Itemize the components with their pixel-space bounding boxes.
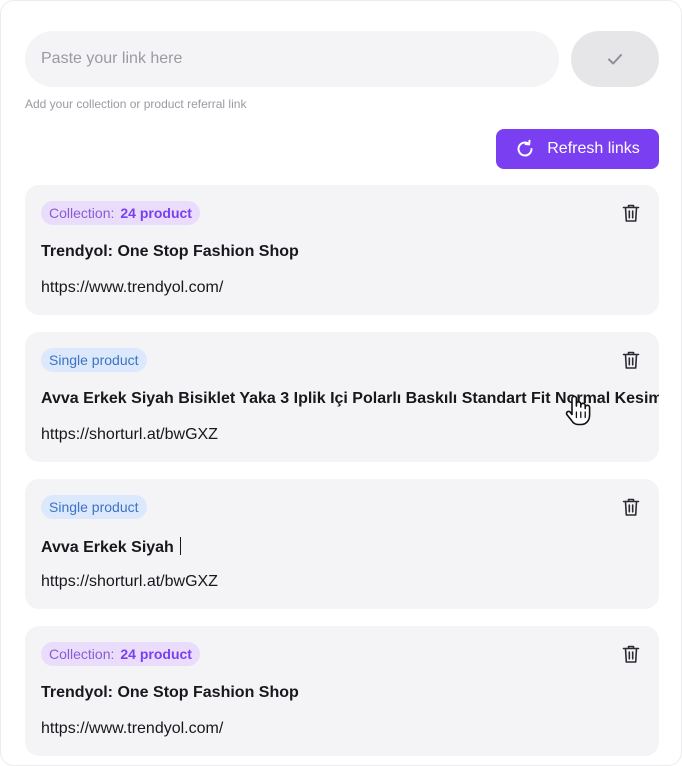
badge-label: Single product xyxy=(49,499,139,515)
link-url[interactable]: https://www.trendyol.com/ xyxy=(41,279,223,297)
collection-badge: Collection: 24 product xyxy=(41,201,200,225)
link-url[interactable]: https://www.trendyol.com/ xyxy=(41,720,223,738)
link-title: Trendyol: One Stop Fashion Shop xyxy=(41,684,299,701)
single-product-badge: Single product xyxy=(41,348,147,372)
link-title: Avva Erkek Siyah Bisiklet Yaka 3 Iplik I… xyxy=(41,390,659,407)
trash-icon xyxy=(622,204,640,222)
single-product-badge: Single product xyxy=(41,495,147,519)
refresh-icon xyxy=(517,139,533,157)
delete-link-button[interactable] xyxy=(621,643,641,665)
collection-badge: Collection: 24 product xyxy=(41,642,200,666)
link-card: Collection: 24 product Trendyol: One Sto… xyxy=(25,626,659,756)
delete-link-button[interactable] xyxy=(621,496,641,518)
badge-count: 24 product xyxy=(120,646,192,662)
badge-label: Collection: xyxy=(49,205,115,221)
link-card: Collection: 24 product Trendyol: One Sto… xyxy=(25,185,659,315)
links-list: Collection: 24 product Trendyol: One Sto… xyxy=(25,185,659,765)
link-title-text: Avva Erkek Siyah xyxy=(41,539,174,556)
badge-count: 24 product xyxy=(120,205,192,221)
refresh-links-button[interactable]: Refresh links xyxy=(496,129,659,169)
link-input-row xyxy=(25,31,659,87)
check-icon xyxy=(608,54,622,65)
link-title-editing[interactable]: Avva Erkek Siyah xyxy=(41,537,182,557)
link-url[interactable]: https://shorturl.at/bwGXZ xyxy=(41,426,218,444)
badge-label: Single product xyxy=(49,352,139,368)
link-input[interactable] xyxy=(25,31,559,87)
trash-icon xyxy=(622,498,640,516)
link-card: Single product Avva Erkek Siyah https://… xyxy=(25,479,659,609)
input-hint: Add your collection or product referral … xyxy=(25,97,247,111)
delete-link-button[interactable] xyxy=(621,202,641,224)
trash-icon xyxy=(622,645,640,663)
trash-icon xyxy=(622,351,640,369)
badge-label: Collection: xyxy=(49,646,115,662)
link-card: Single product Avva Erkek Siyah Bisiklet… xyxy=(25,332,659,462)
link-title: Trendyol: One Stop Fashion Shop xyxy=(41,243,299,260)
submit-link-button[interactable] xyxy=(571,31,659,87)
text-caret xyxy=(179,537,182,555)
delete-link-button[interactable] xyxy=(621,349,641,371)
link-url[interactable]: https://shorturl.at/bwGXZ xyxy=(41,573,218,591)
refresh-links-label: Refresh links xyxy=(547,140,640,157)
link-manager-panel: Add your collection or product referral … xyxy=(0,0,682,766)
